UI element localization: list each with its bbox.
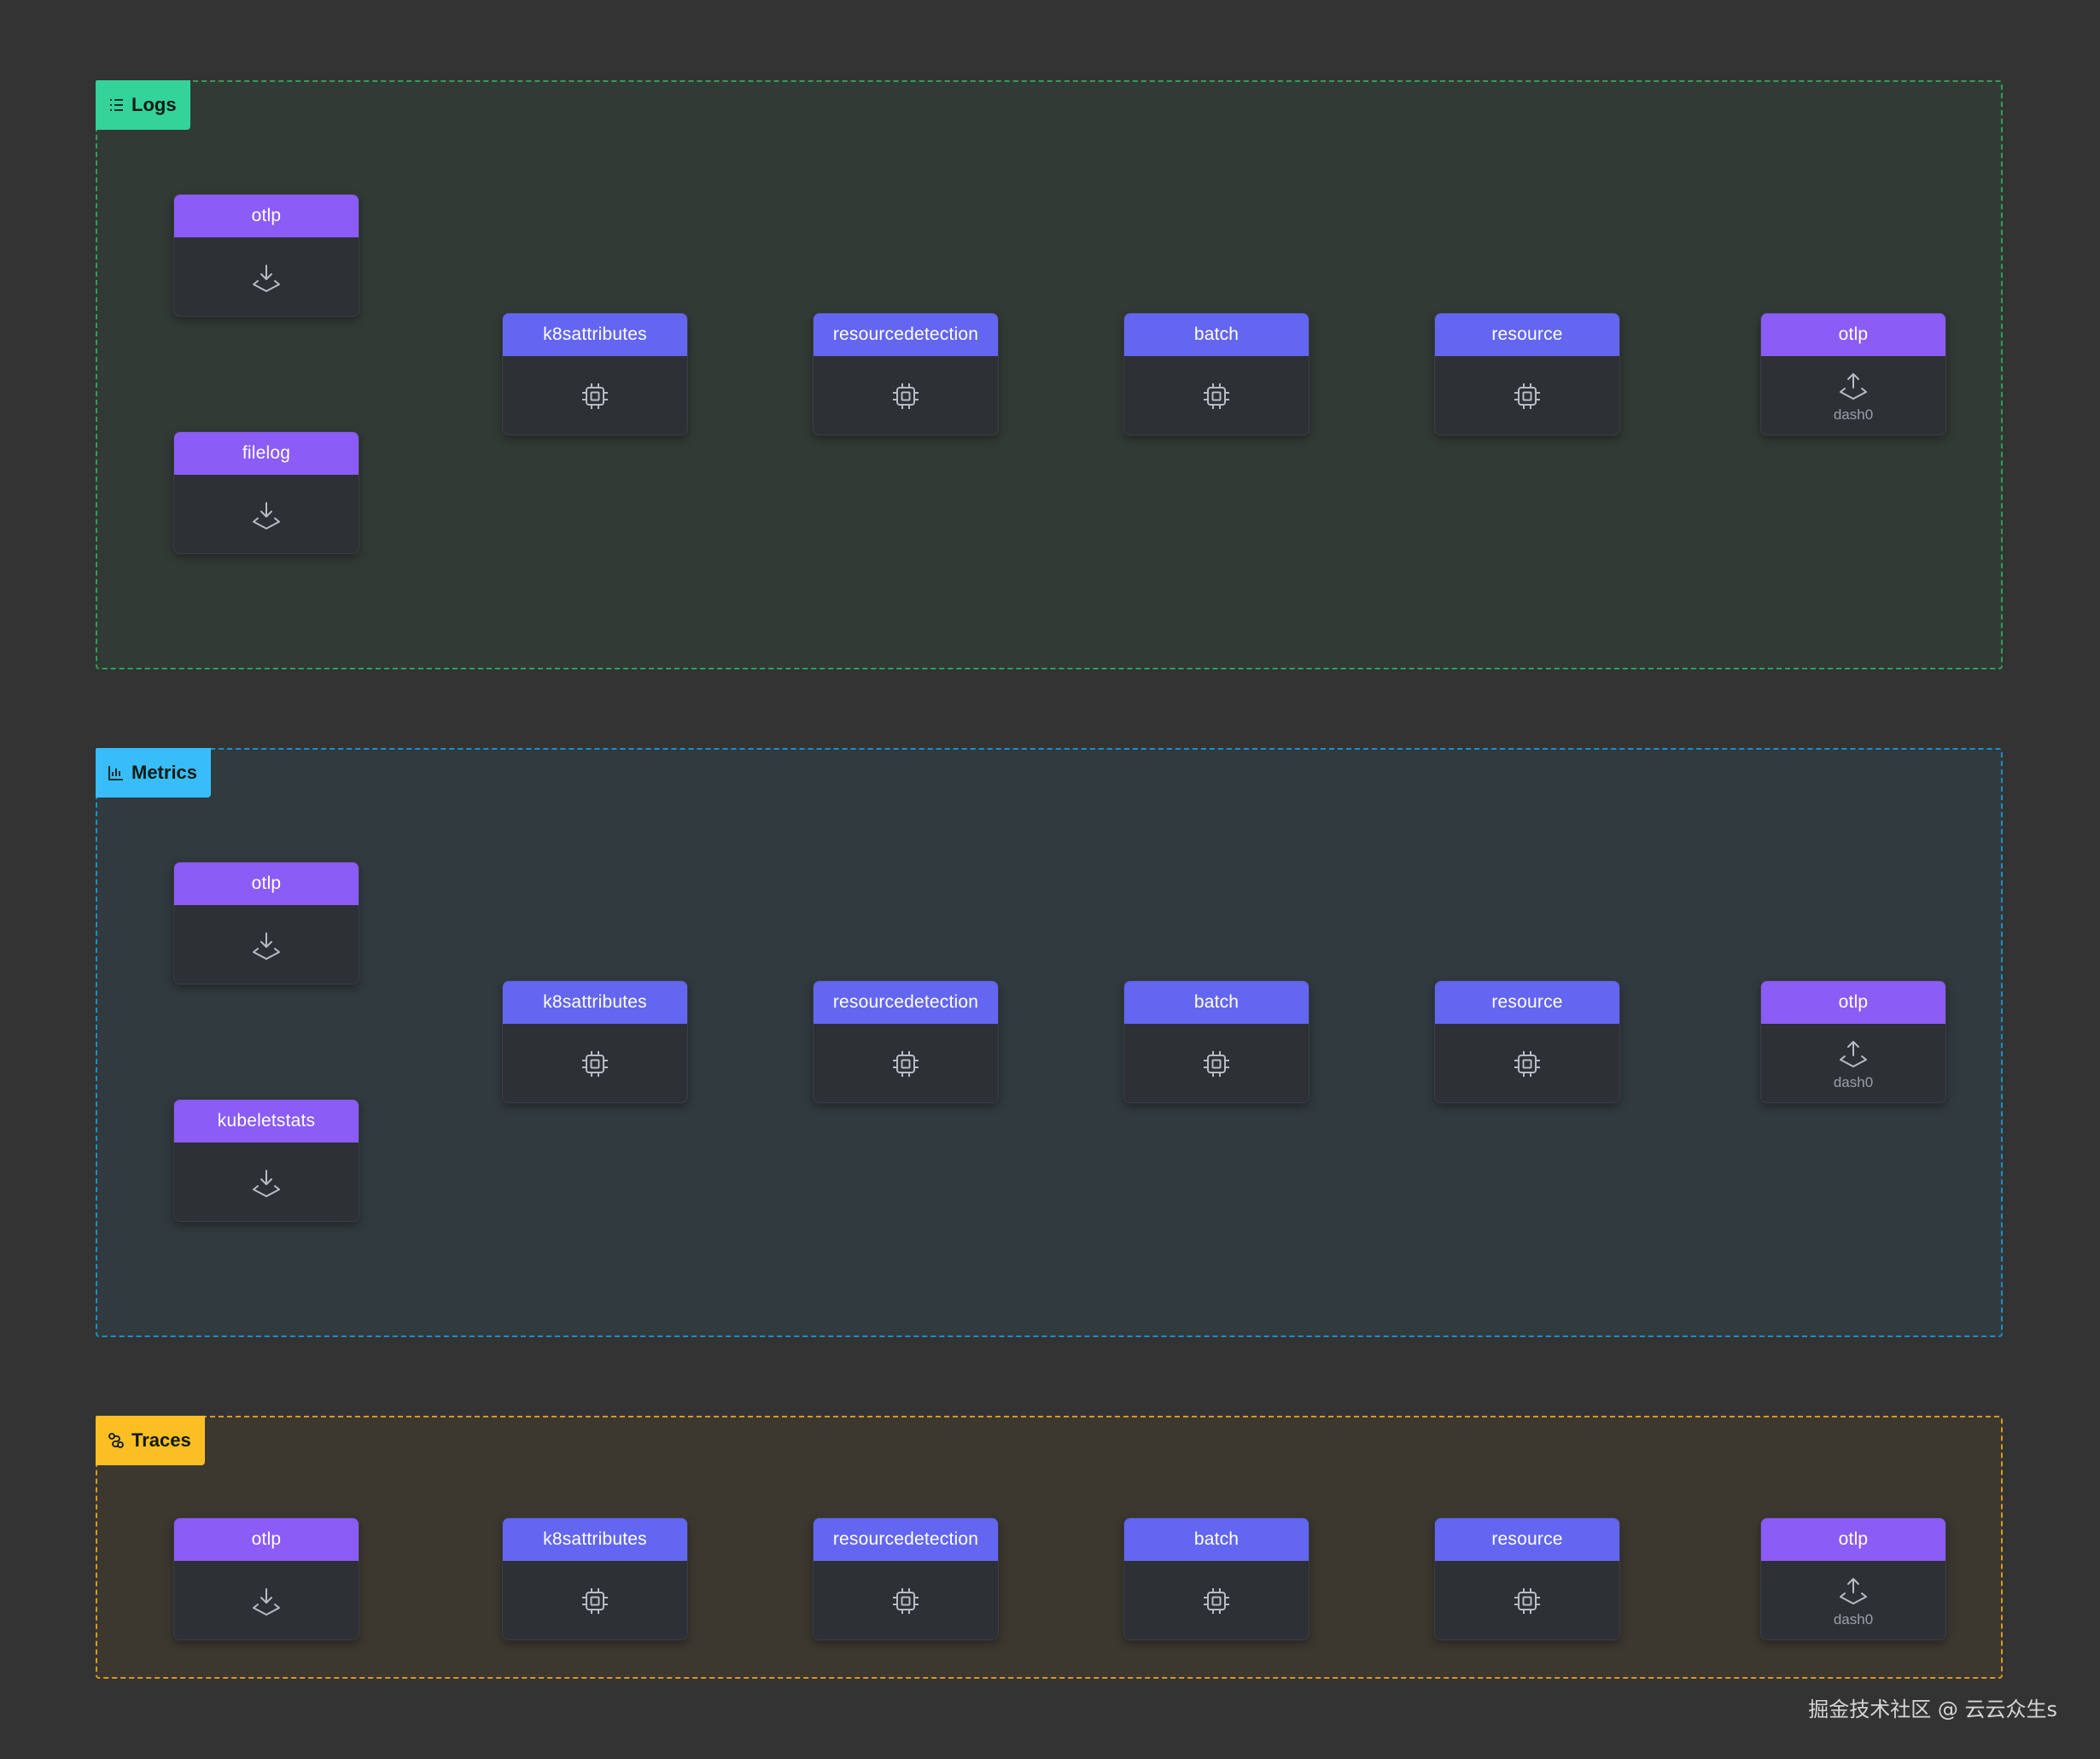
exporter-node[interactable]: otlp dash0 [1760,1517,1946,1640]
exporter-node-title: otlp [1761,981,1945,1024]
pipeline-tag-label: Logs [131,94,177,115]
download-icon [250,499,283,531]
trace-route-icon [108,1433,124,1448]
cpu-chip-icon [579,1585,611,1617]
cpu-chip-icon [1200,1048,1233,1080]
processor-node-body [814,356,998,435]
receiver-node-body [174,905,359,984]
processor-node-title: batch [1124,313,1309,356]
exporter-node[interactable]: otlp dash0 [1760,980,1946,1103]
processor-node-body [503,1561,687,1639]
processor-node-body [1435,356,1619,435]
receiver-node-body [174,237,359,316]
receiver-node[interactable]: kubeletstats [173,1099,359,1222]
cpu-chip-icon [579,1048,611,1080]
exporter-target-label: dash0 [1833,1074,1874,1090]
watermark: 掘金技术社区 @ 云云众生s [1808,1698,2057,1721]
cpu-chip-icon [1200,1585,1233,1617]
processor-node-title: resource [1435,1518,1619,1561]
pipeline-metrics: Metrics [96,748,2003,1337]
pipeline-logs: Logs [96,80,2003,669]
receiver-node[interactable]: otlp [173,862,359,985]
cpu-chip-icon [890,1585,922,1617]
processor-node-title: resource [1435,313,1619,356]
cpu-chip-icon [1200,380,1233,412]
processor-node-body [814,1024,998,1102]
processor-node-body [1435,1561,1619,1639]
receiver-node-body [174,475,359,553]
processor-node-title: resourcedetection [814,313,998,356]
processor-node-body [1124,1561,1309,1639]
upload-icon [1837,1574,1870,1606]
pipeline-tag-metrics: Metrics [96,748,212,798]
exporter-target-label: dash0 [1833,406,1874,423]
processor-node-title: resourcedetection [814,981,998,1024]
download-icon [250,261,283,294]
exporter-node-body: dash0 [1761,1024,1945,1102]
download-icon [250,1166,283,1199]
processor-node-title: batch [1124,981,1309,1024]
receiver-node-title: otlp [174,1518,359,1561]
processor-node[interactable]: resource [1434,980,1620,1103]
receiver-node-title: otlp [174,195,359,237]
processor-node-body [503,356,687,435]
pipeline-tag-logs: Logs [96,80,190,130]
processor-node[interactable]: batch [1123,1517,1310,1640]
receiver-node[interactable]: otlp [173,194,359,317]
pipeline-tag-label: Traces [131,1429,191,1451]
download-icon [250,929,283,961]
receiver-node-body [174,1142,359,1221]
processor-node-title: k8sattributes [503,1518,687,1561]
processor-node[interactable]: batch [1123,980,1310,1103]
exporter-node-title: otlp [1761,1518,1945,1561]
exporter-node-body: dash0 [1761,356,1945,435]
cpu-chip-icon [890,380,922,412]
processor-node-body [1124,356,1309,435]
processor-node-body [1435,1024,1619,1102]
upload-icon [1837,1037,1870,1069]
processor-node-title: batch [1124,1518,1309,1561]
receiver-node-title: filelog [174,432,359,475]
exporter-node[interactable]: otlp dash0 [1760,313,1946,435]
exporter-node-body: dash0 [1761,1561,1945,1639]
exporter-target-label: dash0 [1833,1611,1874,1628]
download-icon [250,1585,283,1617]
processor-node-body [814,1561,998,1639]
processor-node-title: k8sattributes [503,981,687,1024]
cpu-chip-icon [1511,1048,1543,1080]
processor-node[interactable]: batch [1123,313,1310,435]
exporter-node-title: otlp [1761,313,1945,356]
bar-chart-icon [108,766,123,780]
processor-node[interactable]: k8sattributes [502,313,688,435]
processor-node[interactable]: resourcedetection [813,313,999,435]
list-icon [110,99,123,111]
pipeline-traces: Traces [96,1416,2003,1679]
cpu-chip-icon [579,380,611,412]
processor-node[interactable]: resource [1434,1517,1620,1640]
receiver-node-title: otlp [174,862,359,905]
processor-node[interactable]: resource [1434,313,1620,435]
cpu-chip-icon [890,1048,922,1080]
receiver-node-title: kubeletstats [174,1100,359,1142]
processor-node[interactable]: resourcedetection [813,980,999,1103]
processor-node[interactable]: resourcedetection [813,1517,999,1640]
cpu-chip-icon [1511,1585,1543,1617]
pipeline-tag-label: Metrics [131,762,198,783]
processor-node-title: resourcedetection [814,1518,998,1561]
receiver-node[interactable]: otlp [173,1517,359,1640]
upload-icon [1837,369,1870,401]
processor-node-body [503,1024,687,1102]
pipeline-tag-traces: Traces [96,1416,205,1465]
receiver-node-body [174,1561,359,1639]
processor-node[interactable]: k8sattributes [502,1517,688,1640]
receiver-node[interactable]: filelog [173,431,359,554]
processor-node[interactable]: k8sattributes [502,980,688,1103]
cpu-chip-icon [1511,380,1543,412]
processor-node-title: k8sattributes [503,313,687,356]
processor-node-body [1124,1024,1309,1102]
processor-node-title: resource [1435,981,1619,1024]
